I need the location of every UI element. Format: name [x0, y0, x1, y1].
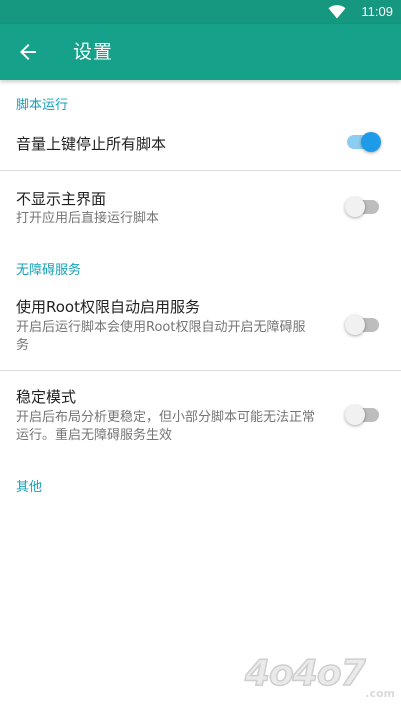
pref-root-enable-service[interactable]: 使用Root权限自动启用服务 开启后运行脚本会使用Root权限自动开启无障碍服务 — [0, 290, 401, 368]
pref-summary: 开启后布局分析更稳定，但小部分脚本可能无法正常运行。重启无障碍服务生效 — [16, 410, 316, 443]
site-watermark-logo: 4o4o7 .com — [244, 652, 395, 702]
section-header-script-run: 脚本运行 — [16, 98, 69, 113]
switch-thumb — [361, 132, 381, 152]
switch-thumb — [345, 197, 365, 217]
pref-hide-main-ui[interactable]: 不显示主界面 打开应用后直接运行脚本 — [0, 181, 401, 241]
arrow-back-icon[interactable] — [16, 40, 40, 64]
section-header-other: 其他 — [16, 480, 43, 495]
switch-thumb — [345, 315, 365, 335]
switch-thumb — [345, 405, 365, 425]
pref-title: 使用Root权限自动启用服务 — [16, 298, 200, 316]
page-title: 设置 — [73, 41, 114, 63]
switch-volume-stop-scripts[interactable] — [345, 132, 381, 152]
divider — [0, 370, 401, 371]
switch-stable-mode[interactable] — [345, 405, 381, 425]
status-time: 11:09 — [361, 4, 393, 19]
pref-stable-mode[interactable]: 稳定模式 开启后布局分析更稳定，但小部分脚本可能无法正常运行。重启无障碍服务生效 — [0, 380, 401, 458]
pref-title: 稳定模式 — [16, 388, 77, 406]
section-header-accessibility: 无障碍服务 — [16, 263, 82, 278]
switch-root-enable-service[interactable] — [345, 315, 381, 335]
wifi-icon — [328, 5, 346, 19]
pref-summary: 打开应用后直接运行脚本 — [16, 211, 160, 226]
pref-title: 音量上键停止所有脚本 — [16, 135, 167, 153]
app-toolbar: 设置 — [0, 24, 401, 80]
watermark-domain: .com — [365, 687, 395, 700]
pref-volume-stop-scripts[interactable]: 音量上键停止所有脚本 — [0, 124, 401, 170]
divider — [0, 170, 401, 171]
pref-summary: 开启后运行脚本会使用Root权限自动开启无障碍服务 — [16, 320, 306, 353]
status-bar: 11:09 — [0, 0, 401, 24]
pref-title: 不显示主界面 — [16, 190, 107, 208]
watermark-text: 4o4o7 — [244, 652, 366, 695]
switch-hide-main-ui[interactable] — [345, 197, 381, 217]
